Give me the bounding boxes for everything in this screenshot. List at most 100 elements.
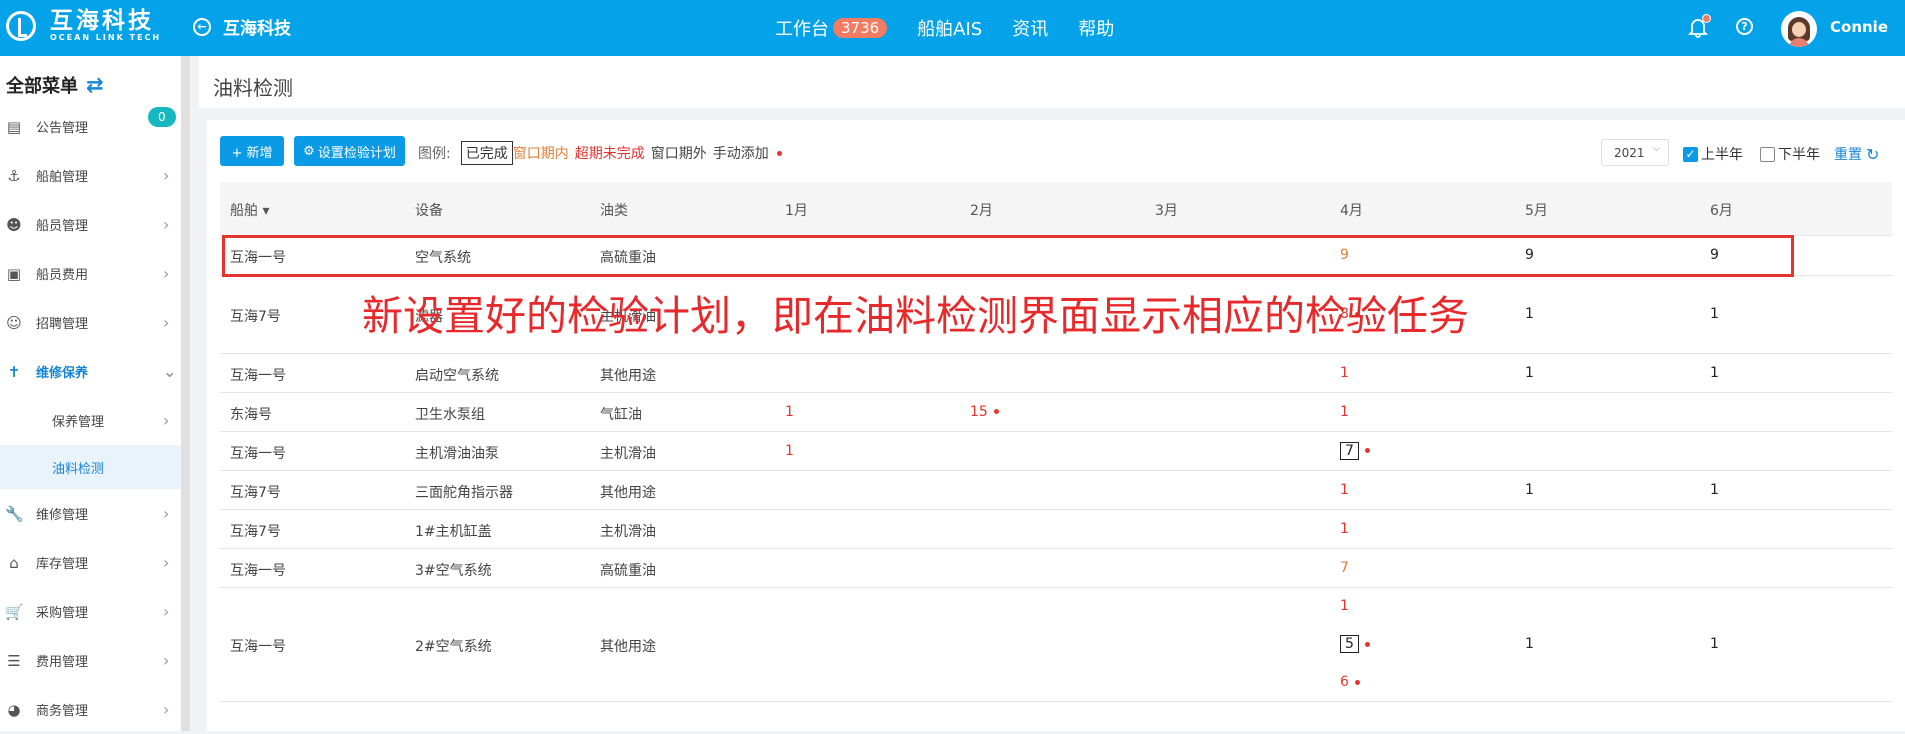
nav-workbench[interactable]: 工作台 3736 (775, 15, 888, 41)
username[interactable]: Connie (1830, 18, 1888, 36)
sidebar-item-expense[interactable]: ☰ 费用管理 › (0, 636, 181, 685)
task-count-value: 15 (970, 403, 988, 420)
sidebar-item-oil-testing[interactable]: 油料检测 (0, 445, 181, 489)
task-count-apr[interactable]: 1 (1340, 404, 1349, 420)
cell-device: 卫生水泵组 (415, 406, 485, 423)
sidebar-item-upkeep[interactable]: 保养管理 › (0, 396, 181, 445)
sidebar-item-maintenance[interactable]: ✝ 维修保养 ⌄ (0, 347, 181, 396)
table-row[interactable]: 互海一号 启动空气系统 其他用途 1 1 1 (220, 354, 1892, 393)
menu-title-label: 全部菜单 (6, 76, 78, 97)
person-icon: ☻ (6, 215, 22, 234)
first-half-label: 上半年 (1701, 147, 1743, 163)
task-count-feb[interactable]: 15 (970, 404, 999, 420)
header-ship[interactable]: 船舶 ▾ (230, 200, 269, 220)
task-count-value: 1 (1340, 403, 1349, 420)
nav-ship-ais[interactable]: 船舶AIS (917, 15, 982, 41)
table-row[interactable]: 东海号 卫生水泵组 气缸油 1 15 1 (220, 393, 1892, 432)
task-count-apr[interactable]: 1 (1340, 521, 1349, 537)
nav-label: 资讯 (1012, 19, 1049, 40)
second-half-checkbox[interactable]: 下半年 (1760, 144, 1820, 164)
logo-subtitle: OCEAN LINK TECH (50, 33, 162, 42)
sidebar-item-ship[interactable]: ⚓ 船舶管理 › (0, 151, 181, 200)
cell-device: 主机滑油油泵 (415, 445, 499, 462)
legend: 图例: 已完成 窗口期内 超期未完成 窗口期外 手动添加 (418, 141, 782, 165)
task-count-value: 1 (1710, 481, 1719, 498)
sidebar-item-repair[interactable]: 🔧 维修管理 › (0, 489, 181, 538)
chevron-right-icon: › (163, 602, 170, 621)
table-row[interactable]: 互海一号 2#空气系统 其他用途 1 5 6 1 1 (220, 588, 1892, 702)
manual-dot (993, 409, 999, 414)
cart-icon: 🛒 (5, 602, 24, 621)
task-count-apr[interactable]: 5 (1340, 635, 1370, 653)
task-count-apr[interactable]: 6 (1340, 674, 1360, 690)
nav-help[interactable]: 帮助 (1078, 15, 1114, 41)
chevron-right-icon: › (163, 553, 170, 572)
table-row[interactable]: 互海一号 3#空气系统 高硫重油 7 (220, 549, 1892, 588)
sidebar-item-business[interactable]: ◕ 商务管理 › (0, 685, 181, 734)
task-count-jun[interactable]: 1 (1710, 636, 1719, 652)
chevron-right-icon: › (163, 166, 170, 185)
task-count-jun[interactable]: 1 (1710, 482, 1719, 498)
nav-news[interactable]: 资讯 (1012, 15, 1048, 41)
task-count-jun[interactable]: 1 (1710, 306, 1719, 322)
back-button[interactable]: ← 互海科技 (193, 14, 291, 39)
bell-icon[interactable] (1687, 14, 1711, 38)
task-count-apr[interactable]: 1 (1340, 482, 1349, 498)
sidebar-item-purchase[interactable]: 🛒 采购管理 › (0, 587, 181, 636)
sidebar: 全部菜单 ⇄ ▤ 公告管理 0 ⚓ 船舶管理 › ☻ 船员管理 › ▣ 船员费用… (0, 56, 190, 731)
task-count-apr[interactable]: 7 (1340, 560, 1349, 576)
cell-ship: 互海7号 (230, 523, 281, 540)
sidebar-item-inventory[interactable]: ⌂ 库存管理 › (0, 538, 181, 587)
header-mar: 3月 (1155, 203, 1178, 219)
annotation-text: 新设置好的检验计划，即在油料检测界面显示相应的检验任务 (362, 292, 1469, 340)
task-count-value: 1 (1340, 520, 1349, 537)
chevron-right-icon: › (163, 700, 170, 719)
set-plan-button[interactable]: ⚙ 设置检验计划 (294, 136, 405, 166)
top-bar: 互海科技 OCEAN LINK TECH ← 互海科技 工作台 3736 船舶A… (0, 0, 1905, 56)
table-row[interactable]: 互海一号 主机滑油油泵 主机滑油 1 7 (220, 432, 1892, 471)
sidebar-item-crew[interactable]: ☻ 船员管理 › (0, 200, 181, 249)
task-count-apr[interactable]: 7 (1340, 441, 1370, 460)
sidebar-item-label: 船员费用 (36, 268, 89, 283)
task-count-value: 1 (1710, 636, 1719, 652)
arrow-left-icon: ← (193, 17, 211, 36)
task-count-may[interactable]: 1 (1525, 636, 1534, 652)
task-count-value: 7 (1340, 441, 1359, 460)
task-count-value: 1 (1340, 481, 1349, 498)
sidebar-item-crew-cost[interactable]: ▣ 船员费用 › (0, 249, 181, 298)
sidebar-item-label: 船员管理 (36, 219, 89, 234)
sidebar-item-label: 公告管理 (36, 121, 89, 136)
avatar[interactable] (1781, 11, 1817, 47)
checkbox-icon (1760, 146, 1775, 162)
reset-button[interactable]: 重置 ↻ (1834, 144, 1879, 164)
task-count-may[interactable]: 1 (1525, 306, 1534, 322)
notice-badge: 0 (148, 107, 176, 127)
second-half-label: 下半年 (1778, 147, 1820, 163)
task-count-jan[interactable]: 1 (785, 443, 794, 459)
legend-label: 图例: (418, 146, 451, 162)
task-count-may[interactable]: 1 (1525, 482, 1534, 498)
task-count-apr[interactable]: 1 (1340, 598, 1349, 614)
task-count-value: 1 (1525, 636, 1534, 652)
task-count-may[interactable]: 1 (1525, 365, 1534, 381)
task-count-value: 1 (1525, 364, 1534, 381)
question-icon[interactable]: ? (1736, 18, 1753, 35)
sidebar-item-recruit[interactable]: ☺ 招聘管理 › (0, 298, 181, 347)
cell-ship: 东海号 (230, 406, 272, 423)
table-row[interactable]: 互海7号 1#主机缸盖 主机滑油 1 (220, 510, 1892, 549)
year-select[interactable]: 2021 (1601, 139, 1669, 166)
swap-icon[interactable]: ⇄ (86, 73, 104, 97)
first-half-checkbox[interactable]: ✓ 上半年 (1683, 144, 1743, 164)
task-count-apr[interactable]: 1 (1340, 365, 1349, 381)
nav-label: 工作台 (775, 19, 829, 40)
legend-overdue: 超期未完成 (574, 146, 645, 162)
logo[interactable]: 互海科技 OCEAN LINK TECH (6, 9, 161, 43)
add-button[interactable]: + 新增 (220, 136, 284, 166)
table-row[interactable]: 互海7号 三面舵角指示器 其他用途 1 1 1 (220, 471, 1892, 510)
task-count-jan[interactable]: 1 (785, 404, 794, 420)
sidebar-item-notice[interactable]: ▤ 公告管理 0 (0, 102, 181, 151)
cell-device: 三面舵角指示器 (415, 484, 513, 501)
task-count-value: 1 (1340, 598, 1349, 614)
manual-dot (776, 150, 782, 156)
task-count-jun[interactable]: 1 (1710, 365, 1719, 381)
